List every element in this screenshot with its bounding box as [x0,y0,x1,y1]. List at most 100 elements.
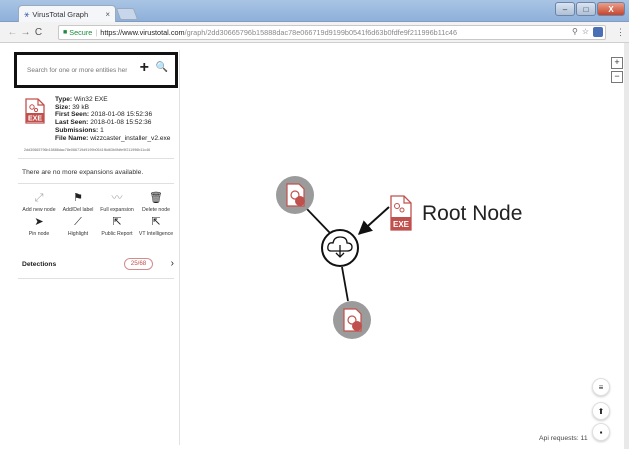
entity-sidebar: + 🔍 ◀ EXE Type: Win32 EXE Size: 39 kB Fi… [12,50,187,445]
api-requests-counter: Api requests: 11 [539,435,588,442]
file-type-row: Type: Win32 EXE [55,96,170,104]
add-del-label-button[interactable]: ⚑ Add/Del label [59,192,97,213]
file-size-row: Size: 39 kB [55,104,170,112]
upload-button[interactable]: ⬆ [592,402,610,420]
expand-arrows-icon: ⤢ [34,192,44,204]
trend-line-icon: 〰 [111,192,123,204]
new-tab-button[interactable] [115,8,139,20]
external-link-icon: ⇱ [151,216,161,228]
trash-icon: 🗑 [149,192,163,204]
divider [18,158,174,159]
graph-edge [305,207,331,234]
url-path: /graph/2dd30665796b15888dac78e066719d919… [184,28,458,37]
bookmark-star-icon[interactable]: ☆ [582,27,589,37]
secure-label: Secure [69,28,93,37]
action-label: Public Report [101,231,133,237]
entity-search-input[interactable] [27,66,127,74]
first-seen-key: First Seen: [55,111,90,119]
highlight-button[interactable]: ⟋ Highlight [59,216,97,237]
delete-node-button[interactable]: 🗑 Delete node [137,192,175,213]
size-value: 39 kB [70,103,90,111]
pin-icon: ➤ [34,216,44,228]
contacted-domain-node-top[interactable] [276,176,314,214]
tab-title: VirusTotal Graph [32,9,89,19]
browser-menu-icon[interactable]: ⋮ [616,27,625,38]
file-details: Type: Win32 EXE Size: 39 kB First Seen: … [55,96,170,142]
flag-icon: ⚑ [73,192,83,204]
add-new-node-button[interactable]: ⤢ Add new node [20,192,58,213]
virustotal-graph-icon: ⚹ [24,8,30,19]
pin-node-button[interactable]: ➤ Pin node [20,216,58,237]
zoom-out-button[interactable]: − [611,71,623,83]
cloud-upload-icon: ⬆ [597,406,605,416]
add-entity-button[interactable]: + [140,59,149,77]
last-seen-value: 2018-01-08 15:52:36 [88,119,152,127]
type-value: Win32 EXE [72,96,108,103]
comment-button[interactable]: ▪ [592,423,610,441]
browser-toolbar: ← → C ■ Secure | https://www.virustotal.… [0,22,629,43]
file-hash: 2dd30665796b15888dac78e066719d9199b0541f… [24,148,151,152]
file-name-key: File Name: [55,134,89,142]
zoom-controls: + − [611,57,623,83]
reload-icon[interactable]: C [32,27,45,38]
extension-icon[interactable] [593,27,603,37]
graph-edge [341,266,349,302]
size-key: Size: [55,103,71,111]
zoom-magnifier-icon[interactable]: ⚲ [572,27,578,37]
cloud-download-node[interactable] [321,229,359,267]
expansions-message: There are no more expansions available. [22,169,144,176]
submissions-value: 1 [98,126,104,134]
browser-titlebar: ⚹ VirusTotal Graph × – □ X [0,0,629,22]
action-label: Highlight [67,231,89,237]
exe-icon-label: EXE [28,116,42,123]
search-icon[interactable]: 🔍 [156,62,168,73]
external-link-icon: ⇱ [112,216,122,228]
chevron-right-icon[interactable]: › [171,258,174,269]
menu-button[interactable]: ≡ [592,378,610,396]
zoom-in-button[interactable]: + [611,57,623,69]
first-seen-value: 2018-01-08 15:52:36 [89,111,153,119]
action-label: Delete node [142,207,170,213]
minimize-button[interactable]: – [555,2,575,16]
address-bar-icons: ⚲ ☆ [572,27,603,37]
submissions-key: Submissions: [55,126,99,134]
back-arrow-icon[interactable]: ← [6,27,19,38]
tab-close-icon[interactable]: × [105,10,110,19]
comment-icon: ▪ [599,427,603,437]
first-seen-row: First Seen: 2018-01-08 15:52:36 [55,111,170,119]
type-key: Type: [55,96,73,103]
action-label: Add new node [22,207,56,213]
url-host: https://www.virustotal.com [100,28,185,37]
entity-search-box: + 🔍 [14,52,178,88]
graph-canvas[interactable]: EXE Root Node + − ≡ ⬆ ▪ Api requests: 11 [181,43,629,449]
contacted-domain-node-bottom[interactable] [333,301,371,339]
submissions-row: Submissions: 1 [55,127,170,135]
address-separator: | [95,28,98,37]
scrollbar-track[interactable] [624,43,629,449]
exe-file-icon: EXE [25,98,45,124]
exe-node-label: EXE [393,220,410,229]
close-window-button[interactable]: X [597,2,625,16]
forward-arrow-icon[interactable]: → [19,27,32,38]
hamburger-icon: ≡ [598,382,604,392]
lock-icon: ■ [63,29,68,36]
file-name-value: wizzcaster_installer_v2.exe [88,134,171,142]
browser-tab[interactable]: ⚹ VirusTotal Graph × [18,5,116,22]
last-seen-key: Last Seen: [55,119,89,127]
action-label: VT Intelligence [138,231,174,237]
vt-intelligence-button[interactable]: ⇱ VT Intelligence [137,216,175,237]
last-seen-row: Last Seen: 2018-01-08 15:52:36 [55,119,170,127]
address-bar[interactable]: ■ Secure | https://www.virustotal.com /g… [58,25,606,40]
public-report-button[interactable]: ⇱ Public Report [98,216,136,237]
maximize-button[interactable]: □ [576,2,596,16]
graph-svg: EXE [276,176,412,339]
root-arrow [357,206,390,235]
full-expansion-button[interactable]: 〰 Full expansion [98,192,136,213]
action-label: Full expansion [100,207,134,213]
action-label: Add/Del label [62,207,94,213]
highlighter-icon: ⟋ [74,216,82,228]
detections-row[interactable]: Detections 25/68 › [22,258,174,272]
detections-badge: 25/68 [124,258,153,270]
root-exe-node[interactable]: EXE [390,195,412,231]
divider [18,278,174,279]
